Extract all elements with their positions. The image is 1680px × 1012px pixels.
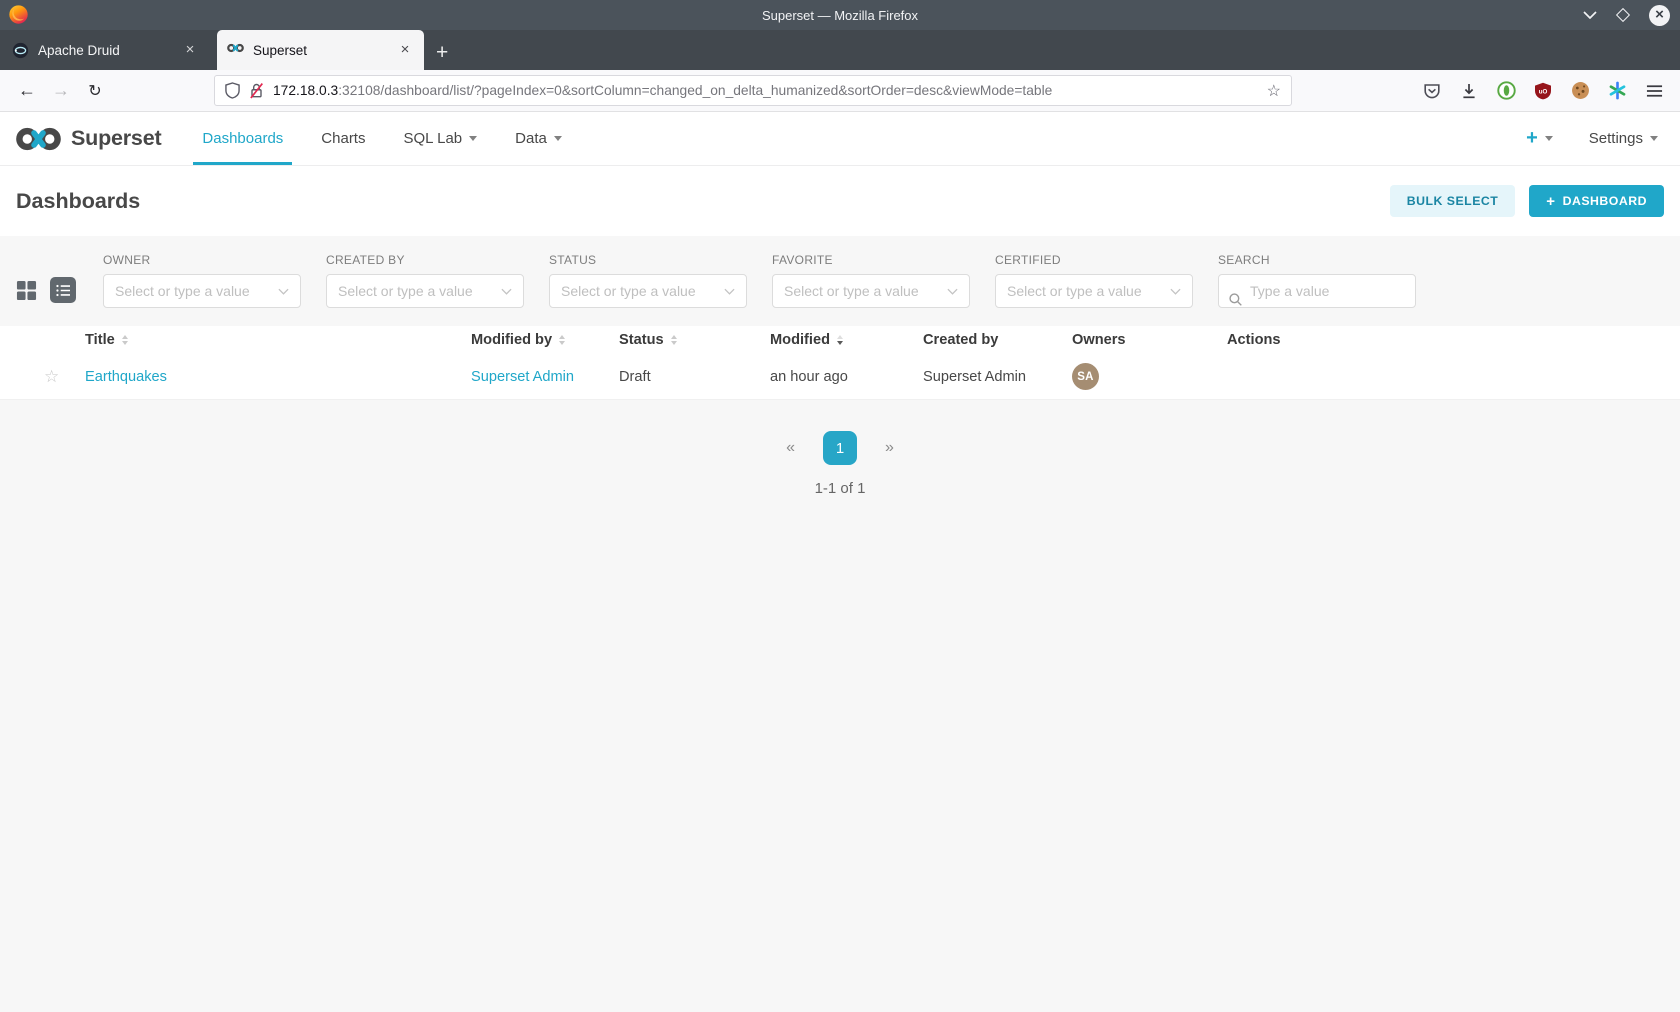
column-header-status[interactable]: Status: [619, 332, 770, 348]
content-area: OWNER Select or type a value CREATED BY …: [0, 236, 1680, 1012]
menu-hamburger-icon[interactable]: [1644, 81, 1664, 101]
table-row: ☆ Earthquakes Superset Admin Draft an ho…: [0, 354, 1680, 400]
window-title: Superset — Mozilla Firefox: [761, 7, 919, 23]
firefox-icon: [8, 4, 29, 25]
card-view-toggle[interactable]: [16, 280, 37, 301]
column-header-actions: Actions: [1227, 332, 1281, 348]
certified-filter-select[interactable]: Select or type a value: [995, 274, 1193, 308]
filter-label-search: SEARCH: [1218, 253, 1270, 267]
forward-button[interactable]: →: [44, 76, 78, 106]
pagination: « 1 » 1-1 of 1: [0, 431, 1680, 497]
tab-apache-druid[interactable]: Apache Druid ×: [2, 30, 209, 70]
address-bar[interactable]: 172.18.0.3:32108/dashboard/list/?pageInd…: [214, 75, 1292, 106]
nav-item-data[interactable]: Data: [496, 112, 581, 165]
chevron-down-icon: [1650, 136, 1658, 141]
app-navbar: Superset Dashboards Charts SQL Lab Data …: [0, 112, 1680, 166]
nav-item-dashboards[interactable]: Dashboards: [183, 112, 302, 165]
filter-label-owner: OWNER: [103, 253, 151, 267]
tab-superset[interactable]: Superset ×: [217, 30, 424, 70]
sort-desc-icon: [837, 335, 843, 345]
extension-asterisk-icon[interactable]: [1607, 81, 1627, 101]
superset-infinity-icon: [16, 127, 61, 150]
column-header-modified-by[interactable]: Modified by: [471, 332, 619, 348]
created-by-filter-select[interactable]: Select or type a value: [326, 274, 524, 308]
pagination-summary: 1-1 of 1: [814, 480, 866, 497]
chevron-down-icon: [947, 288, 958, 295]
new-item-menu[interactable]: +: [1526, 127, 1553, 150]
status-value: Draft: [619, 368, 651, 385]
search-icon: [1228, 292, 1243, 312]
window-close-icon[interactable]: ×: [1649, 4, 1670, 26]
browser-toolbar: ← → ↻ 172.18.0.3:32108/dashboard/list/?p…: [0, 70, 1680, 112]
bulk-select-button[interactable]: BULK SELECT: [1389, 185, 1516, 217]
modified-by-link[interactable]: Superset Admin: [471, 369, 574, 385]
window-maximize-icon[interactable]: [1615, 7, 1631, 23]
brand-name: Superset: [71, 126, 162, 150]
close-tab-icon[interactable]: ×: [181, 41, 199, 59]
prev-page-button[interactable]: «: [778, 435, 803, 461]
filter-bar: OWNER Select or type a value CREATED BY …: [0, 236, 1680, 326]
filter-label-created-by: CREATED BY: [326, 253, 405, 267]
ublock-icon[interactable]: uO: [1533, 81, 1553, 101]
column-header-created-by: Created by: [923, 332, 999, 348]
dashboards-table: Title Modified by Status Modified Create…: [0, 326, 1680, 400]
owner-avatar[interactable]: SA: [1072, 363, 1099, 390]
extension-green-icon[interactable]: [1496, 81, 1516, 101]
page-1-button[interactable]: 1: [823, 431, 857, 465]
filter-label-status: STATUS: [549, 253, 597, 267]
tracking-shield-icon[interactable]: [225, 82, 240, 99]
svg-text:uO: uO: [1539, 88, 1548, 95]
tab-bar: Apache Druid × Superset × +: [0, 30, 1680, 70]
chevron-down-icon: [1544, 136, 1553, 141]
column-header-modified[interactable]: Modified: [770, 332, 923, 348]
chevron-down-icon: [1170, 288, 1181, 295]
chevron-down-icon: [469, 136, 478, 141]
cookie-icon[interactable]: [1570, 81, 1590, 101]
favorite-star-icon[interactable]: ☆: [44, 367, 59, 386]
chevron-down-icon: [501, 288, 512, 295]
favorite-filter-select[interactable]: Select or type a value: [772, 274, 970, 308]
column-header-title[interactable]: Title: [85, 332, 471, 348]
new-dashboard-button[interactable]: + DASHBOARD: [1529, 185, 1664, 217]
status-filter-select[interactable]: Select or type a value: [549, 274, 747, 308]
reload-button[interactable]: ↻: [78, 76, 112, 106]
modified-value: an hour ago: [770, 368, 848, 385]
list-view-toggle[interactable]: [50, 277, 76, 303]
owner-filter-select[interactable]: Select or type a value: [103, 274, 301, 308]
next-page-button[interactable]: »: [877, 435, 902, 461]
superset-tab-icon: [227, 42, 244, 59]
downloads-icon[interactable]: [1459, 81, 1479, 101]
bookmark-star-icon[interactable]: ☆: [1267, 81, 1281, 101]
url-text[interactable]: 172.18.0.3:32108/dashboard/list/?pageInd…: [273, 83, 1258, 98]
insecure-lock-icon[interactable]: [249, 82, 264, 99]
pocket-icon[interactable]: [1422, 81, 1442, 101]
settings-menu[interactable]: Settings: [1589, 130, 1658, 147]
window-titlebar: Superset — Mozilla Firefox ×: [0, 0, 1680, 30]
dashboard-title-link[interactable]: Earthquakes: [85, 369, 167, 385]
table-header-row: Title Modified by Status Modified Create…: [0, 326, 1680, 354]
druid-icon: [12, 42, 29, 59]
window-minimize-icon[interactable]: [1583, 11, 1597, 19]
nav-item-sql-lab[interactable]: SQL Lab: [384, 112, 496, 165]
created-by-value: Superset Admin: [923, 368, 1027, 385]
back-button[interactable]: ←: [10, 76, 44, 106]
sort-icon: [121, 335, 128, 345]
superset-logo[interactable]: Superset: [0, 112, 175, 165]
sort-icon: [670, 335, 677, 345]
column-header-owners: Owners: [1072, 332, 1126, 348]
new-tab-button[interactable]: +: [436, 42, 448, 63]
search-input[interactable]: [1218, 274, 1416, 308]
filter-label-certified: CERTIFIED: [995, 253, 1061, 267]
chevron-down-icon: [278, 288, 289, 295]
sort-icon: [559, 335, 566, 345]
plus-icon: +: [1546, 192, 1556, 210]
close-tab-icon[interactable]: ×: [396, 41, 414, 59]
page-title: Dashboards: [16, 188, 141, 213]
nav-item-charts[interactable]: Charts: [302, 112, 384, 165]
chevron-down-icon: [553, 136, 562, 141]
page-header: Dashboards BULK SELECT + DASHBOARD: [0, 166, 1680, 236]
filter-label-favorite: FAVORITE: [772, 253, 833, 267]
chevron-down-icon: [724, 288, 735, 295]
